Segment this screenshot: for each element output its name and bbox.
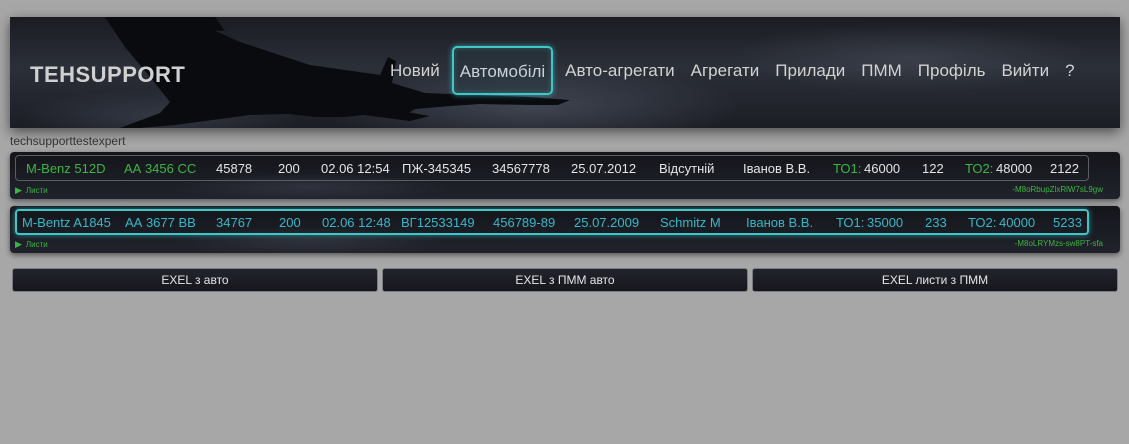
to1-extra: 233 <box>925 214 947 230</box>
to1-extra: 122 <box>922 160 944 176</box>
vehicle-row[interactable]: M-Benz 512D АА 3456 СС 45878 200 02.06 1… <box>10 152 1120 199</box>
export-fuel-sheets-button[interactable]: EXEL листи з ПММ <box>752 268 1118 292</box>
vehicle-plate: АА 3456 СС <box>124 160 197 176</box>
sheets-label: Листи <box>25 186 48 195</box>
sheets-toggle[interactable]: ▶ Листи <box>15 185 48 196</box>
to2-label: ТО2: <box>965 160 994 176</box>
site-header: TEHSUPPORT Новий Автомобілі Авто-агрегат… <box>10 17 1120 128</box>
nav-new[interactable]: Новий <box>386 47 444 94</box>
nav-units[interactable]: Агрегати <box>687 47 764 94</box>
nav-help[interactable]: ? <box>1061 47 1078 94</box>
vehicle-number: ВГ12533149 <box>401 214 475 230</box>
vehicle-model: M-Benz 512D <box>26 160 106 176</box>
vehicle-plate: АА 3677 ВВ <box>125 214 196 230</box>
sheets-label: Листи <box>25 240 48 249</box>
vehicle-driver: Schmitz M <box>660 214 721 230</box>
vehicle-row-main[interactable]: M-Bentz A1845 АА 3677 ВВ 34767 200 02.06… <box>15 209 1089 235</box>
vehicle-datetime: 02.06 12:48 <box>322 214 391 230</box>
site-logo[interactable]: TEHSUPPORT <box>30 62 185 88</box>
to2-label: ТО2: <box>968 214 997 230</box>
to1-value: 46000 <box>864 160 901 176</box>
vehicle-number: ПЖ-345345 <box>402 160 472 176</box>
vehicle-owner: Іванов В.В. <box>746 214 814 230</box>
vehicle-mileage: 45878 <box>216 160 253 176</box>
vehicle-mileage: 34767 <box>216 214 253 230</box>
nav-devices[interactable]: Прилади <box>771 47 849 94</box>
current-username: techsupporttestexpert <box>10 134 126 148</box>
vehicle-datetime: 02.06 12:54 <box>321 160 390 176</box>
vehicle-id-code: -M8oLRYMzs-sw8PT-sfa <box>1014 239 1103 248</box>
nav-fuel-lubricants[interactable]: ПММ <box>857 47 906 94</box>
to2-value: 40000 <box>999 214 1036 230</box>
nav-profile[interactable]: Профіль <box>914 47 990 94</box>
to2-extra: 5233 <box>1053 214 1082 230</box>
to2-extra: 2122 <box>1050 160 1079 176</box>
export-vehicle-fuel-button[interactable]: EXEL з ПММ авто <box>382 268 748 292</box>
vehicle-driver: Відсутній <box>659 160 715 176</box>
nav-vehicles[interactable]: Автомобілі <box>451 46 554 95</box>
vehicle-row[interactable]: M-Bentz A1845 АА 3677 ВВ 34767 200 02.06… <box>10 206 1120 253</box>
vehicle-row-footer: ▶ Листи -M8oLRYMzs-sw8PT-sfa <box>15 239 1113 251</box>
vehicle-value: 200 <box>279 214 301 230</box>
to1-label: ТО1: <box>833 160 862 176</box>
nav-vehicle-units[interactable]: Авто-агрегати <box>561 47 678 94</box>
play-triangle-icon: ▶ <box>15 185 22 195</box>
play-triangle-icon: ▶ <box>15 239 22 249</box>
vehicle-model: M-Bentz A1845 <box>22 214 111 230</box>
export-vehicles-button[interactable]: EXEL з авто <box>12 268 378 292</box>
to1-value: 35000 <box>867 214 904 230</box>
vehicle-date: 25.07.2009 <box>574 214 640 230</box>
sheets-toggle[interactable]: ▶ Листи <box>15 239 48 250</box>
nav-logout[interactable]: Вийти <box>997 47 1053 94</box>
vehicle-value: 200 <box>278 160 300 176</box>
vehicle-id-code: -M8oRbupZlxRlW7sL9gw <box>1012 185 1103 194</box>
vehicle-row-footer: ▶ Листи -M8oRbupZlxRlW7sL9gw <box>15 185 1113 197</box>
to2-value: 48000 <box>996 160 1033 176</box>
vehicle-row-main[interactable]: M-Benz 512D АА 3456 СС 45878 200 02.06 1… <box>15 155 1089 181</box>
vehicle-owner: Іванов В.В. <box>743 160 811 176</box>
vehicle-doc: 456789-89 <box>493 214 556 230</box>
vehicle-date: 25.07.2012 <box>571 160 637 176</box>
vehicle-doc: 34567778 <box>492 160 550 176</box>
to1-label: ТО1: <box>836 214 865 230</box>
main-nav: Новий Автомобілі Авто-агрегати Агрегати … <box>386 46 1087 95</box>
